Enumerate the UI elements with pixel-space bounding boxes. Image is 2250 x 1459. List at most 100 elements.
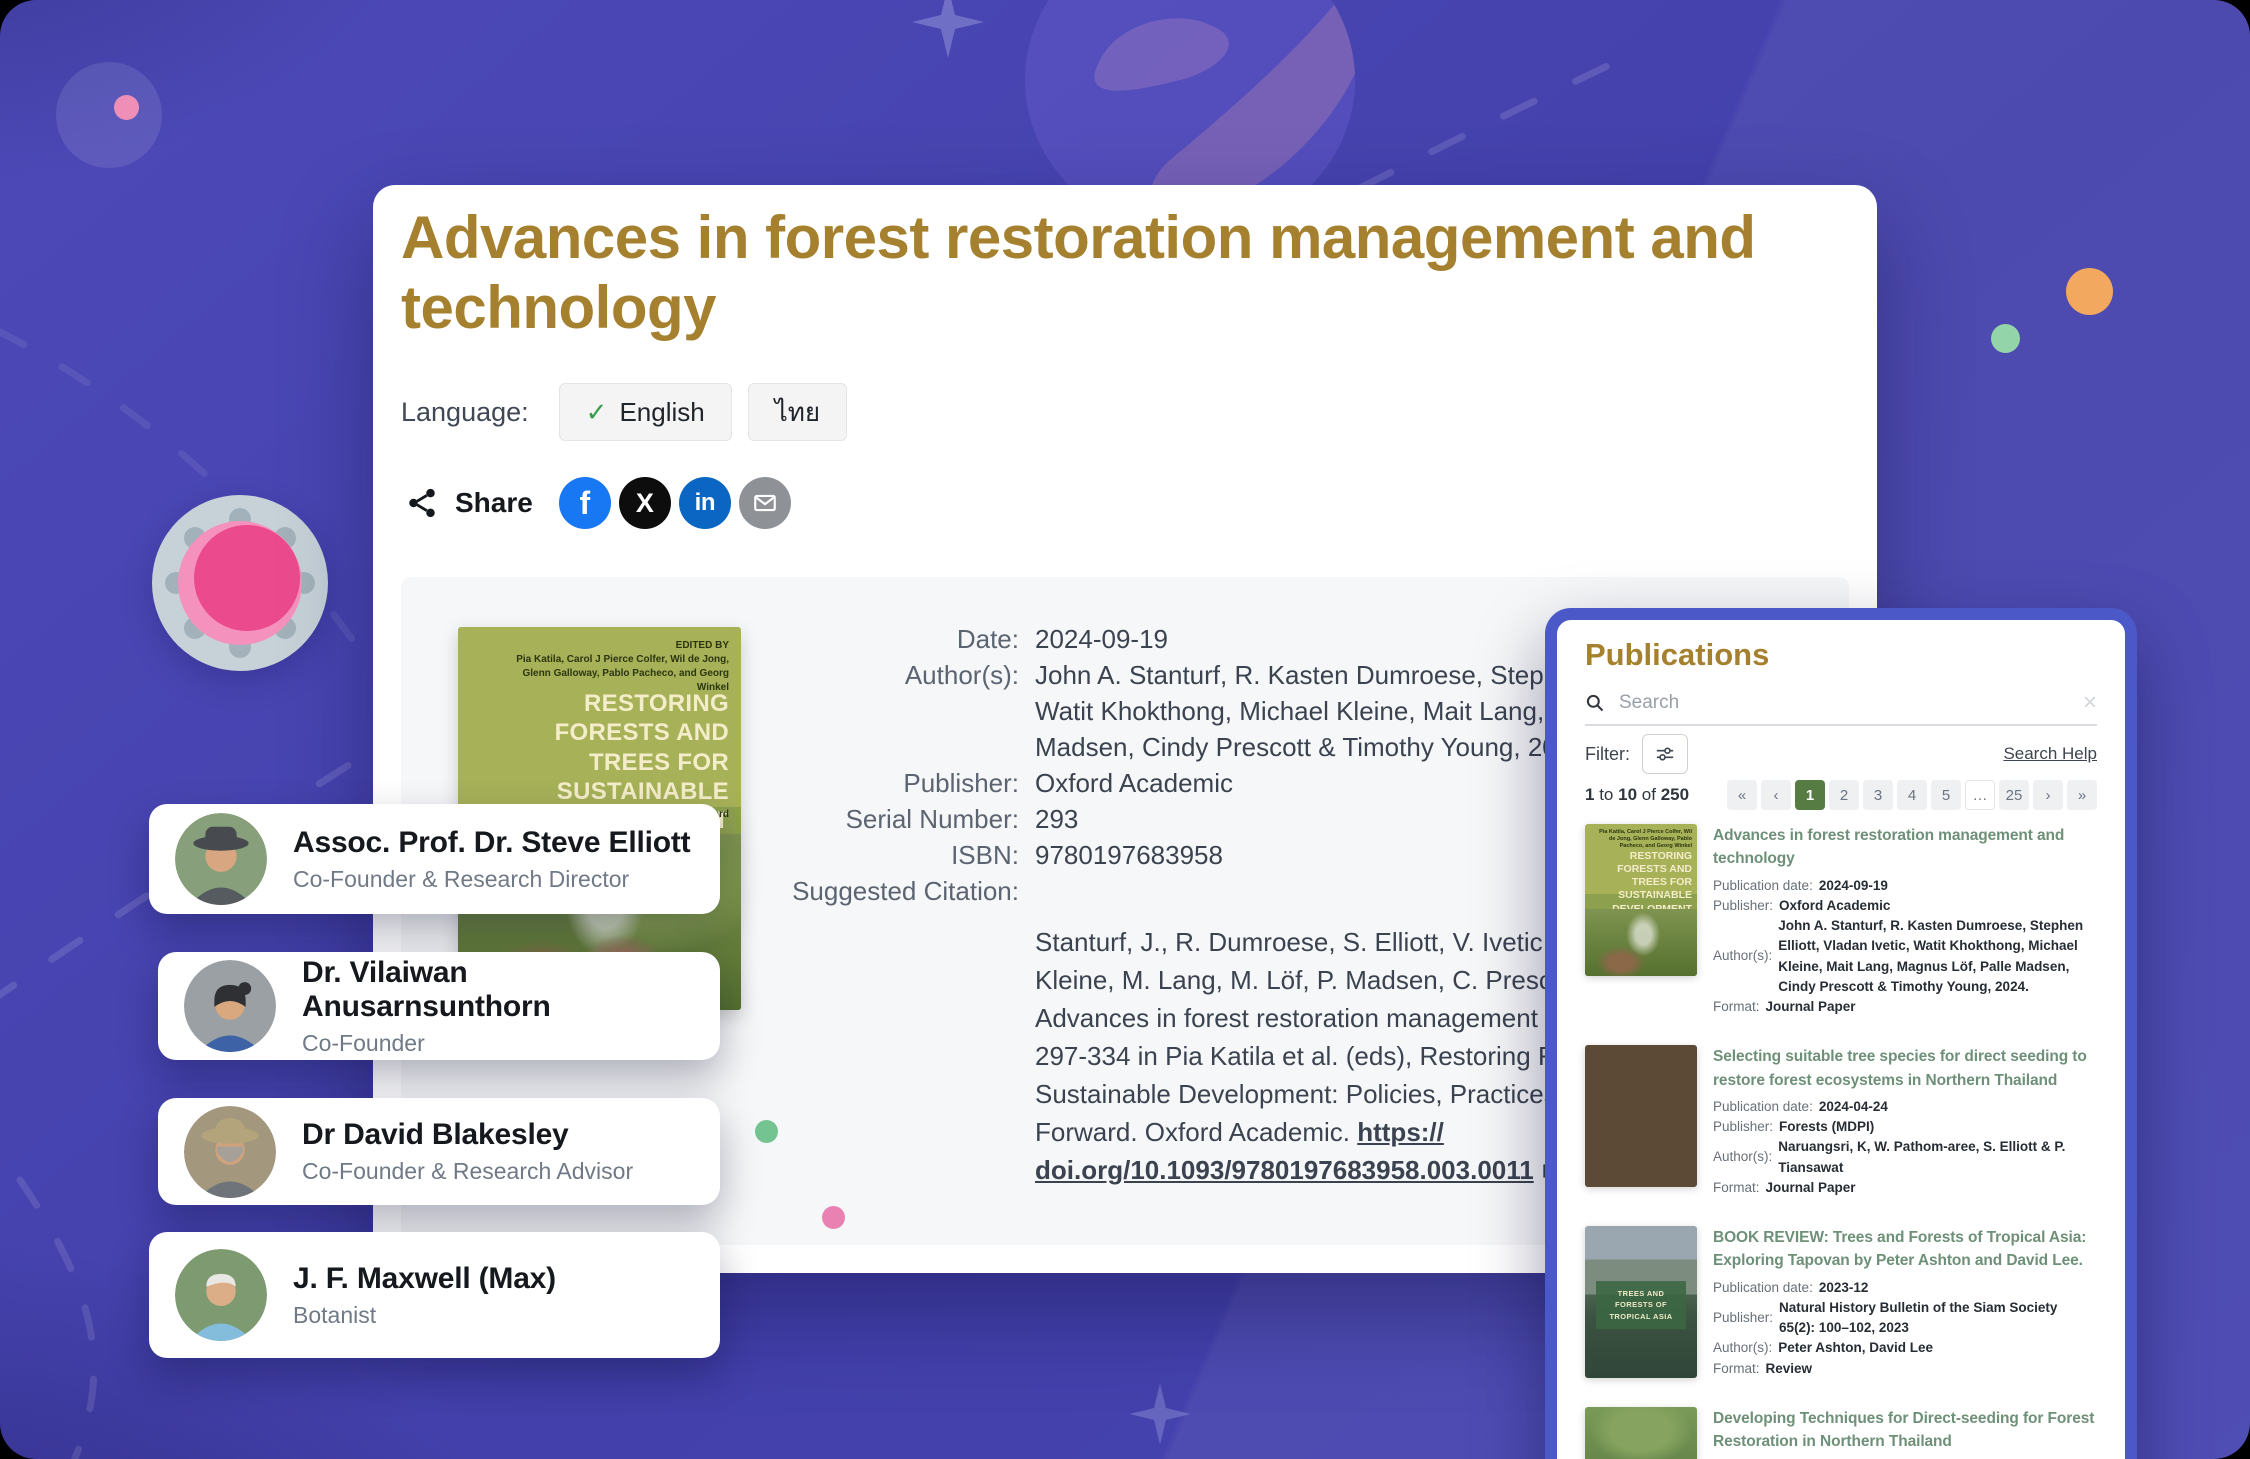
doi-link[interactable]: doi.org/10.1093/9780197683958.003.0011: [1035, 1155, 1534, 1185]
team-card-david-blakesley[interactable]: Dr David Blakesley Co-Founder & Research…: [158, 1098, 720, 1205]
team-card-steve-elliott[interactable]: Assoc. Prof. Dr. Steve Elliott Co-Founde…: [149, 804, 720, 914]
publisher-value: Oxford Academic: [1035, 765, 1233, 801]
search-icon: [1585, 693, 1605, 713]
authors-value: John A. Stanturf, R. Kasten Dumroese, St…: [1778, 916, 2097, 997]
publication-title-link[interactable]: Developing Techniques for Direct-seeding…: [1713, 1407, 2097, 1454]
authors-label: Author(s):: [1713, 1338, 1772, 1358]
language-english-button[interactable]: ✓ English: [559, 383, 732, 441]
publication-title-link[interactable]: Advances in forest restoration managemen…: [1713, 824, 2097, 871]
pagination-page-5[interactable]: 5: [1931, 780, 1961, 810]
date-value: 2024-09-19: [1035, 621, 1168, 657]
isbn-label: ISBN:: [761, 837, 1019, 873]
avatar: [175, 1249, 267, 1341]
publisher-label: Publisher:: [761, 765, 1019, 801]
suggested-citation-label: Suggested Citation:: [761, 873, 1019, 909]
x-icon: X: [636, 488, 654, 519]
share-label: Share: [455, 487, 533, 519]
pagination-page-1[interactable]: 1: [1795, 780, 1825, 810]
serial-number-label: Serial Number:: [761, 801, 1019, 837]
pagination-next-button[interactable]: ›: [2033, 780, 2063, 810]
page-title: Advances in forest restoration managemen…: [401, 203, 1761, 343]
thumb-cover-photo: [1585, 909, 1697, 976]
dot-decoration: [822, 1206, 845, 1229]
publisher-label: Publisher:: [1713, 1117, 1773, 1137]
dashed-arc-decoration: [20, 1180, 94, 1459]
email-share-button[interactable]: [739, 477, 791, 529]
filter-bar: Filter: Search Help: [1585, 734, 2097, 774]
publication-date-value: 2023-12: [1819, 1278, 1869, 1298]
publication-thumbnail[interactable]: [1585, 1045, 1697, 1187]
team-member-name: Assoc. Prof. Dr. Steve Elliott: [293, 826, 690, 860]
publisher-value: Forests (MDPI): [1779, 1117, 1874, 1137]
authors-label: Author(s):: [1713, 1147, 1772, 1167]
share-icon: [405, 486, 439, 520]
team-member-name: Dr David Blakesley: [302, 1118, 633, 1152]
publications-panel: Publications × Filter: Se: [1545, 608, 2137, 1459]
publications-list: Pia Katila, Carol J Pierce Colfer, Wil d…: [1585, 824, 2097, 1459]
pagination-page-4[interactable]: 4: [1897, 780, 1927, 810]
publication-date-label: Publication date:: [1713, 1097, 1813, 1117]
facebook-share-button[interactable]: f: [559, 477, 611, 529]
format-label: Format:: [1713, 997, 1760, 1017]
x-share-button[interactable]: X: [619, 477, 671, 529]
sparkle-icon: [1129, 1383, 1190, 1444]
publisher-label: Publisher:: [1713, 1308, 1773, 1328]
authors-value: Naruangsri, K, W. Pathom-aree, S. Elliot…: [1778, 1137, 2097, 1178]
publisher-value: Oxford Academic: [1779, 896, 1890, 916]
filter-button[interactable]: [1642, 734, 1688, 774]
format-label: Format:: [1713, 1359, 1760, 1379]
format-value: Review: [1766, 1359, 1813, 1379]
dot-decoration: [1991, 324, 2020, 353]
results-range: 1 to 10 of 250: [1585, 785, 1689, 805]
authors-label: Author(s):: [1713, 946, 1772, 966]
pagination-page-3[interactable]: 3: [1863, 780, 1893, 810]
language-selector: Language: ✓ English ไทย: [401, 383, 863, 441]
pagination-first-button[interactable]: «: [1727, 780, 1757, 810]
serial-number-value: 293: [1035, 801, 1078, 837]
isbn-value: 9780197683958: [1035, 837, 1223, 873]
publisher-value: Natural History Bulletin of the Siam Soc…: [1779, 1298, 2097, 1339]
team-member-name: Dr. Vilaiwan Anusarnsunthorn: [302, 956, 720, 1024]
publication-date-value: 2024-09-19: [1819, 876, 1888, 896]
format-label: Format:: [1713, 1178, 1760, 1198]
clear-search-icon[interactable]: ×: [2083, 691, 2097, 715]
search-bar: ×: [1585, 682, 2097, 726]
facebook-icon: f: [580, 485, 591, 522]
authors-label: Author(s):: [761, 657, 1019, 765]
language-thai-label: ไทย: [775, 392, 820, 433]
dot-decoration: [114, 95, 139, 120]
publication-thumbnail[interactable]: Pia Katila, Carol J Pierce Colfer, Wil d…: [1585, 824, 1697, 976]
circle-decoration: [56, 62, 162, 168]
pagination-prev-button[interactable]: ‹: [1761, 780, 1791, 810]
linkedin-share-button[interactable]: in: [679, 477, 731, 529]
search-help-link[interactable]: Search Help: [2003, 744, 2097, 764]
language-thai-button[interactable]: ไทย: [748, 383, 847, 441]
thumb-cover-title: TREES AND FORESTS OF TROPICAL ASIA: [1596, 1281, 1686, 1329]
publication-date-label: Publication date:: [1713, 876, 1813, 896]
linkedin-icon: in: [695, 489, 715, 517]
check-icon: ✓: [586, 397, 608, 428]
team-member-name: J. F. Maxwell (Max): [293, 1262, 556, 1296]
publication-list-item: TREES AND FORESTS OF TROPICAL ASIA BOOK …: [1585, 1226, 2097, 1379]
doi-link[interactable]: https://: [1357, 1117, 1444, 1147]
porthole-decoration: [152, 495, 328, 671]
team-card-vilaiwan[interactable]: Dr. Vilaiwan Anusarnsunthorn Co-Founder: [158, 952, 720, 1060]
pagination-last-button[interactable]: »: [2067, 780, 2097, 810]
publication-date-label: Publication date:: [1713, 1278, 1813, 1298]
pagination-ellipsis: …: [1965, 780, 1995, 810]
sparkle-icon: [912, 0, 984, 58]
search-input[interactable]: [1617, 691, 2083, 715]
publication-thumbnail[interactable]: TREES AND FORESTS OF TROPICAL ASIA: [1585, 1226, 1697, 1378]
publication-thumbnail[interactable]: [1585, 1407, 1697, 1459]
pagination-page-2[interactable]: 2: [1829, 780, 1859, 810]
team-member-role: Co-Founder & Research Advisor: [302, 1158, 633, 1185]
team-card-maxwell[interactable]: J. F. Maxwell (Max) Botanist: [149, 1232, 720, 1358]
pagination-page-25[interactable]: 25: [1999, 780, 2029, 810]
team-member-role: Co-Founder & Research Director: [293, 866, 690, 893]
publication-title-link[interactable]: BOOK REVIEW: Trees and Forests of Tropic…: [1713, 1226, 2097, 1273]
filter-label: Filter:: [1585, 744, 1630, 765]
publication-list-item: Developing Techniques for Direct-seeding…: [1585, 1407, 2097, 1459]
avatar: [175, 813, 267, 905]
publication-title-link[interactable]: Selecting suitable tree species for dire…: [1713, 1045, 2097, 1092]
thumb-cover-title: RESTORING FORESTS AND TREES FOR SUSTAINA…: [1593, 850, 1692, 916]
